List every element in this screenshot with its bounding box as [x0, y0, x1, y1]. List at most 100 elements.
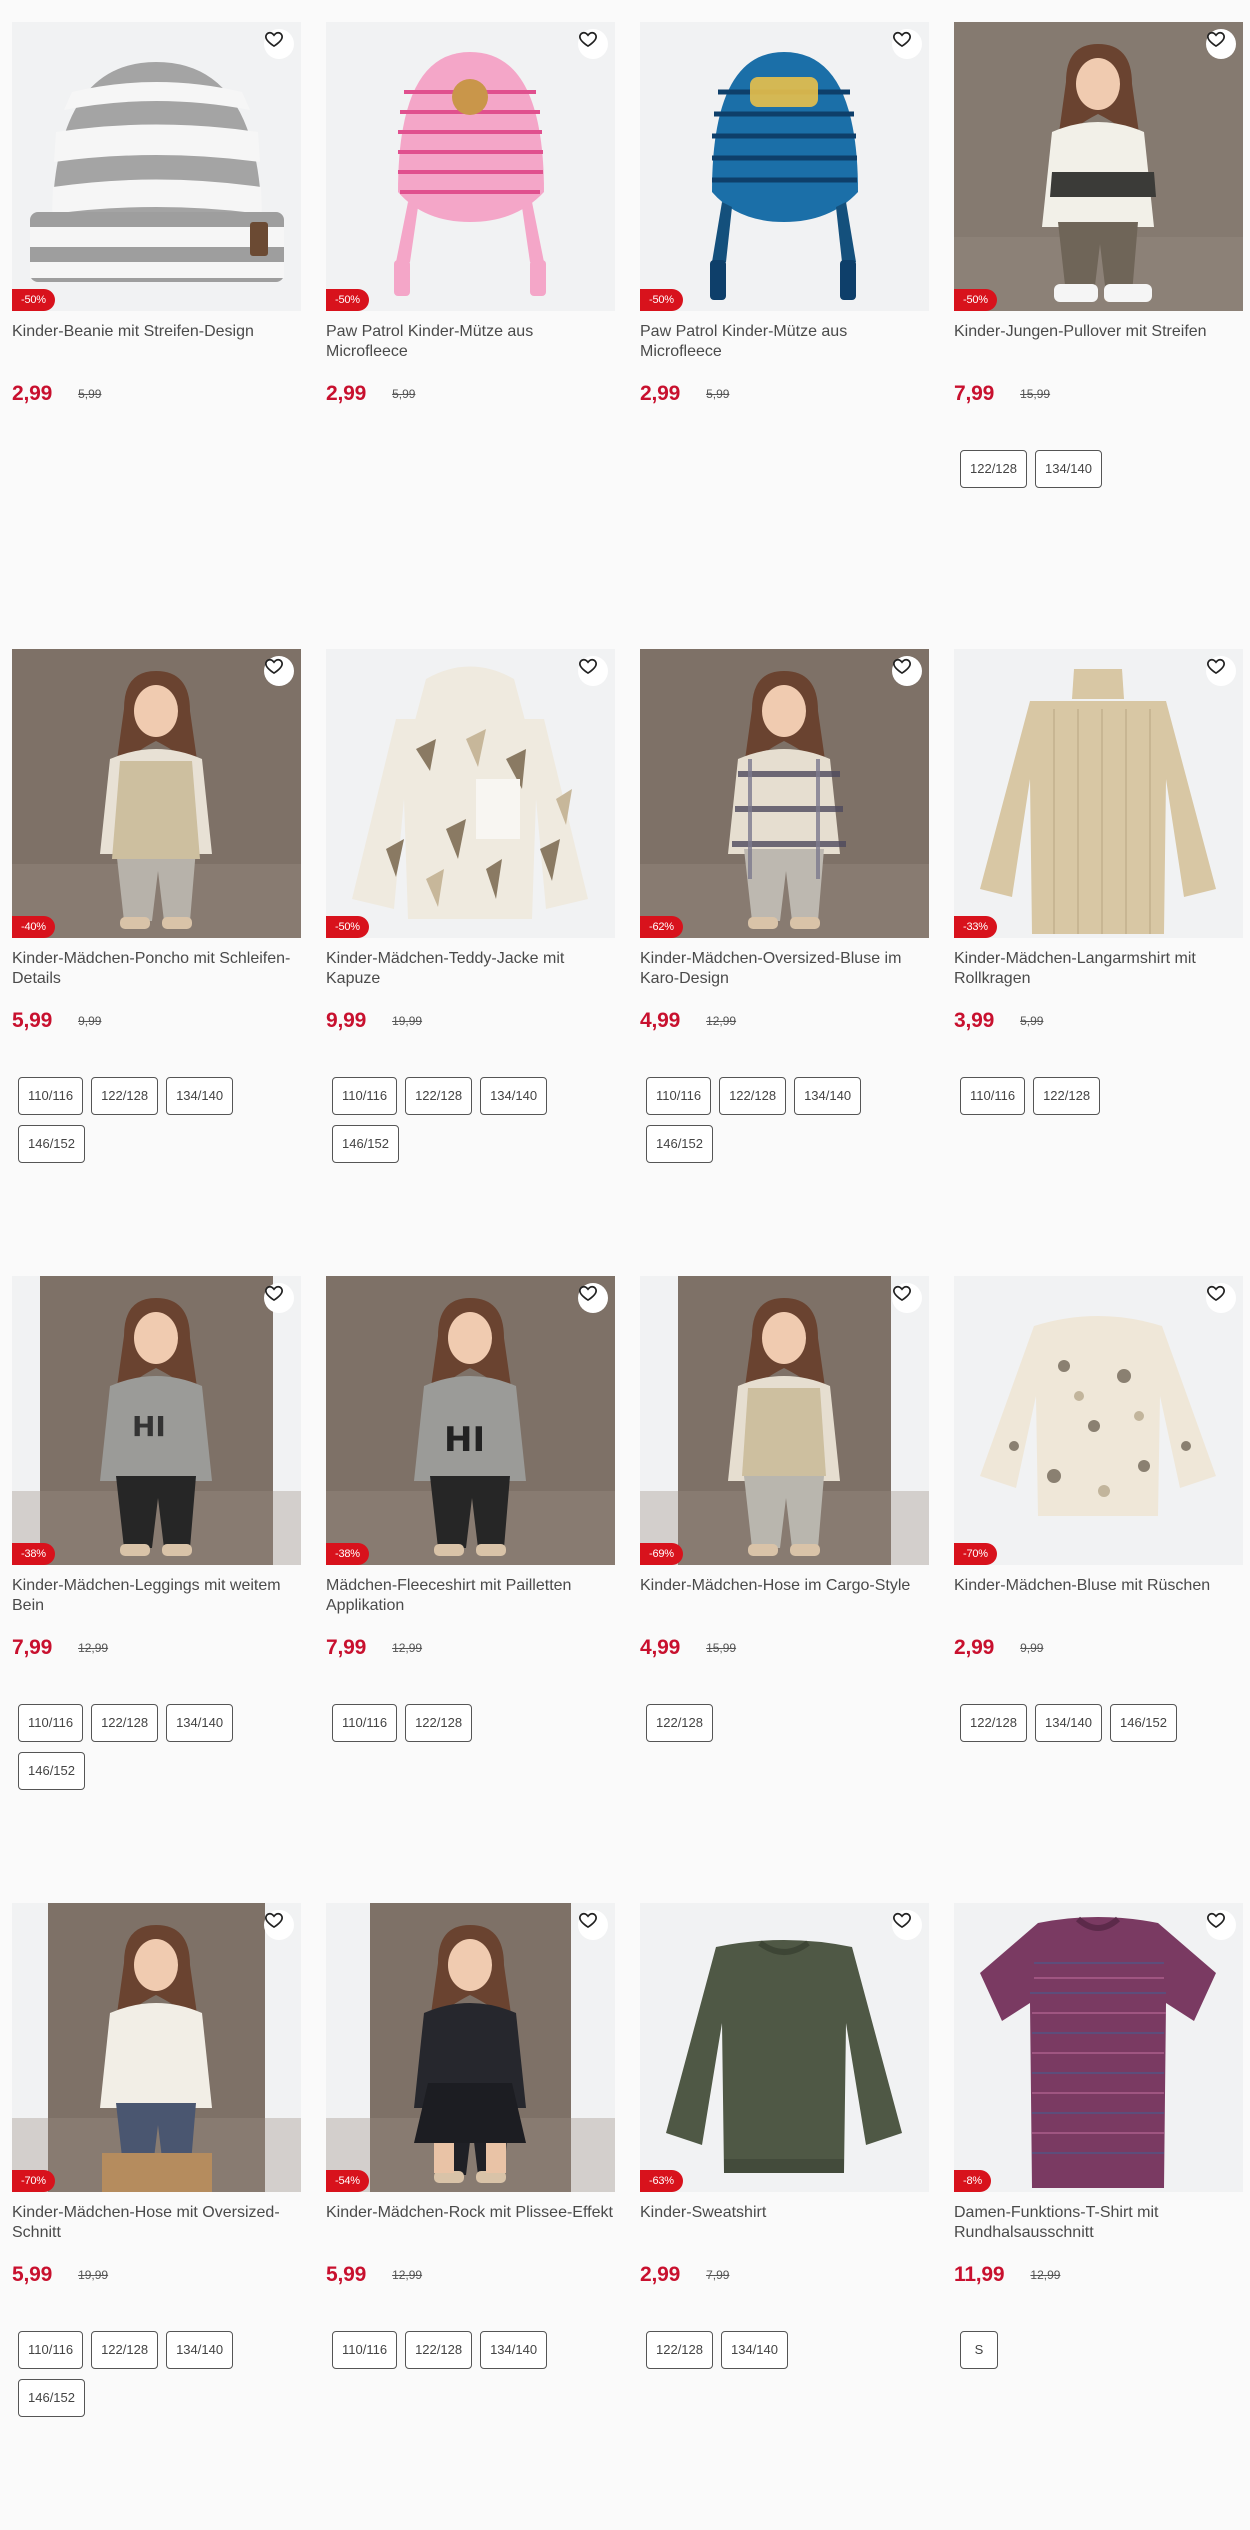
product-card[interactable]: -40% Kinder-Mädchen-Poncho mit Schleifen… [12, 649, 301, 1276]
size-option[interactable]: 122/128 [405, 1704, 473, 1742]
product-card[interactable]: -70% Kinder-Mädchen-Hose mit Oversized-S… [12, 1903, 301, 2530]
product-image[interactable]: -8% [954, 1903, 1243, 2192]
product-card[interactable]: -70% Kinder-Mädchen-Bluse mit Rüschen 2,… [954, 1276, 1243, 1903]
product-card[interactable]: -8% Damen-Funktions-T-Shirt mit Rundhals… [954, 1903, 1243, 2530]
product-title[interactable]: Paw Patrol Kinder-Mütze aus Microfleece [326, 322, 615, 382]
size-option[interactable]: 134/140 [1035, 450, 1102, 488]
product-title[interactable]: Mädchen-Fleeceshirt mit Pailletten Appli… [326, 1576, 615, 1636]
product-title[interactable]: Kinder-Mädchen-Rock mit Plissee-Effekt [326, 2203, 615, 2263]
size-option[interactable]: 110/116 [18, 1704, 84, 1742]
size-option[interactable]: 110/116 [332, 1077, 398, 1115]
size-option[interactable]: 122/128 [960, 1704, 1027, 1742]
product-image[interactable]: -50% [326, 22, 615, 311]
size-option[interactable]: 122/128 [91, 1077, 159, 1115]
product-card[interactable]: -50% Kinder-Mädchen-Teddy-Jacke mit Kapu… [326, 649, 615, 1276]
product-image[interactable]: -70% [954, 1276, 1243, 1565]
product-title[interactable]: Kinder-Mädchen-Teddy-Jacke mit Kapuze [326, 949, 615, 1009]
product-image[interactable]: -70% [12, 1903, 301, 2192]
product-title[interactable]: Kinder-Mädchen-Langarmshirt mit Rollkrag… [954, 949, 1243, 1009]
product-image[interactable]: HI -38% [326, 1276, 615, 1565]
favorite-heart-icon[interactable] [892, 1283, 922, 1313]
favorite-heart-icon[interactable] [578, 1910, 608, 1940]
size-option[interactable]: 134/140 [166, 2331, 234, 2369]
favorite-heart-icon[interactable] [264, 656, 294, 686]
product-image[interactable]: -50% [640, 22, 929, 311]
product-card[interactable]: -62% Kinder-Mädchen-Oversized-Bluse im K… [640, 649, 929, 1276]
size-option[interactable]: 122/128 [1033, 1077, 1101, 1115]
product-card[interactable]: -63% Kinder-Sweatshirt 2,99 7,99 122/128… [640, 1903, 929, 2530]
size-option[interactable]: 134/140 [794, 1077, 862, 1115]
product-title[interactable]: Kinder-Mädchen-Hose im Cargo-Style [640, 1576, 929, 1636]
favorite-heart-icon[interactable] [1206, 656, 1236, 686]
size-option[interactable]: 122/128 [91, 1704, 159, 1742]
product-image[interactable]: -40% [12, 649, 301, 938]
product-card[interactable]: HI -38% Mädchen-Fleeceshirt mit Paillett… [326, 1276, 615, 1903]
favorite-heart-icon[interactable] [578, 29, 608, 59]
size-option[interactable]: 134/140 [166, 1077, 234, 1115]
favorite-heart-icon[interactable] [264, 29, 294, 59]
favorite-heart-icon[interactable] [1206, 1283, 1236, 1313]
product-title[interactable]: Kinder-Mädchen-Oversized-Bluse im Karo-D… [640, 949, 929, 1009]
favorite-heart-icon[interactable] [578, 1283, 608, 1313]
product-card[interactable]: -50% Kinder-Jungen-Pullover mit Streifen… [954, 22, 1243, 649]
product-card[interactable]: -69% Kinder-Mädchen-Hose im Cargo-Style … [640, 1276, 929, 1903]
size-option[interactable]: 110/116 [332, 1704, 398, 1742]
favorite-heart-icon[interactable] [578, 656, 608, 686]
product-image[interactable]: -63% [640, 1903, 929, 2192]
size-option[interactable]: 134/140 [480, 1077, 548, 1115]
product-image[interactable]: -50% [326, 649, 615, 938]
size-option[interactable]: 122/128 [719, 1077, 787, 1115]
product-title[interactable]: Damen-Funktions-T-Shirt mit Rundhalsauss… [954, 2203, 1243, 2263]
product-image[interactable]: -50% [12, 22, 301, 311]
product-image[interactable]: -33% [954, 649, 1243, 938]
product-title[interactable]: Kinder-Mädchen-Poncho mit Schleifen-Deta… [12, 949, 301, 1009]
size-option[interactable]: 146/152 [18, 1752, 85, 1790]
product-card[interactable]: -50% Paw Patrol Kinder-Mütze aus Microfl… [640, 22, 929, 649]
product-title[interactable]: Kinder-Mädchen-Hose mit Oversized-Schnit… [12, 2203, 301, 2263]
product-title[interactable]: Kinder-Mädchen-Leggings mit weitem Bein [12, 1576, 301, 1636]
product-image[interactable]: -54% [326, 1903, 615, 2192]
favorite-heart-icon[interactable] [1206, 29, 1236, 59]
size-option[interactable]: S [960, 2331, 998, 2369]
product-card[interactable]: -33% Kinder-Mädchen-Langarmshirt mit Rol… [954, 649, 1243, 1276]
favorite-heart-icon[interactable] [892, 1910, 922, 1940]
size-option[interactable]: 134/140 [166, 1704, 234, 1742]
product-image[interactable]: -62% [640, 649, 929, 938]
product-title[interactable]: Kinder-Mädchen-Bluse mit Rüschen [954, 1576, 1243, 1636]
favorite-heart-icon[interactable] [264, 1910, 294, 1940]
product-image[interactable]: -69% [640, 1276, 929, 1565]
size-option[interactable]: 110/116 [18, 2331, 84, 2369]
product-image[interactable]: -50% [954, 22, 1243, 311]
product-card[interactable]: HI -38% Kinder-Mädchen-Leggings mit weit… [12, 1276, 301, 1903]
size-option[interactable]: 134/140 [721, 2331, 788, 2369]
favorite-heart-icon[interactable] [892, 656, 922, 686]
size-option[interactable]: 122/128 [91, 2331, 159, 2369]
size-option[interactable]: 122/128 [405, 1077, 473, 1115]
size-option[interactable]: 146/152 [18, 2379, 85, 2417]
size-option[interactable]: 146/152 [332, 1125, 399, 1163]
size-option[interactable]: 122/128 [405, 2331, 473, 2369]
favorite-heart-icon[interactable] [892, 29, 922, 59]
size-option[interactable]: 110/116 [332, 2331, 398, 2369]
size-option[interactable]: 110/116 [18, 1077, 84, 1115]
size-option[interactable]: 146/152 [1110, 1704, 1177, 1742]
size-option[interactable]: 146/152 [18, 1125, 85, 1163]
size-option[interactable]: 122/128 [960, 450, 1027, 488]
product-card[interactable]: -54% Kinder-Mädchen-Rock mit Plissee-Eff… [326, 1903, 615, 2530]
product-card[interactable]: -50% Kinder-Beanie mit Streifen-Design 2… [12, 22, 301, 649]
size-option[interactable]: 122/128 [646, 2331, 713, 2369]
size-option[interactable]: 134/140 [1035, 1704, 1102, 1742]
product-card[interactable]: -50% Paw Patrol Kinder-Mütze aus Microfl… [326, 22, 615, 649]
product-title[interactable]: Kinder-Jungen-Pullover mit Streifen [954, 322, 1243, 382]
product-title[interactable]: Kinder-Sweatshirt [640, 2203, 929, 2263]
size-option[interactable]: 134/140 [480, 2331, 548, 2369]
favorite-heart-icon[interactable] [1206, 1910, 1236, 1940]
product-image[interactable]: HI -38% [12, 1276, 301, 1565]
favorite-heart-icon[interactable] [264, 1283, 294, 1313]
size-option[interactable]: 110/116 [960, 1077, 1026, 1115]
size-option[interactable]: 146/152 [646, 1125, 713, 1163]
size-option[interactable]: 122/128 [646, 1704, 713, 1742]
product-title[interactable]: Kinder-Beanie mit Streifen-Design [12, 322, 301, 382]
product-title[interactable]: Paw Patrol Kinder-Mütze aus Microfleece [640, 322, 929, 382]
size-option[interactable]: 110/116 [646, 1077, 712, 1115]
